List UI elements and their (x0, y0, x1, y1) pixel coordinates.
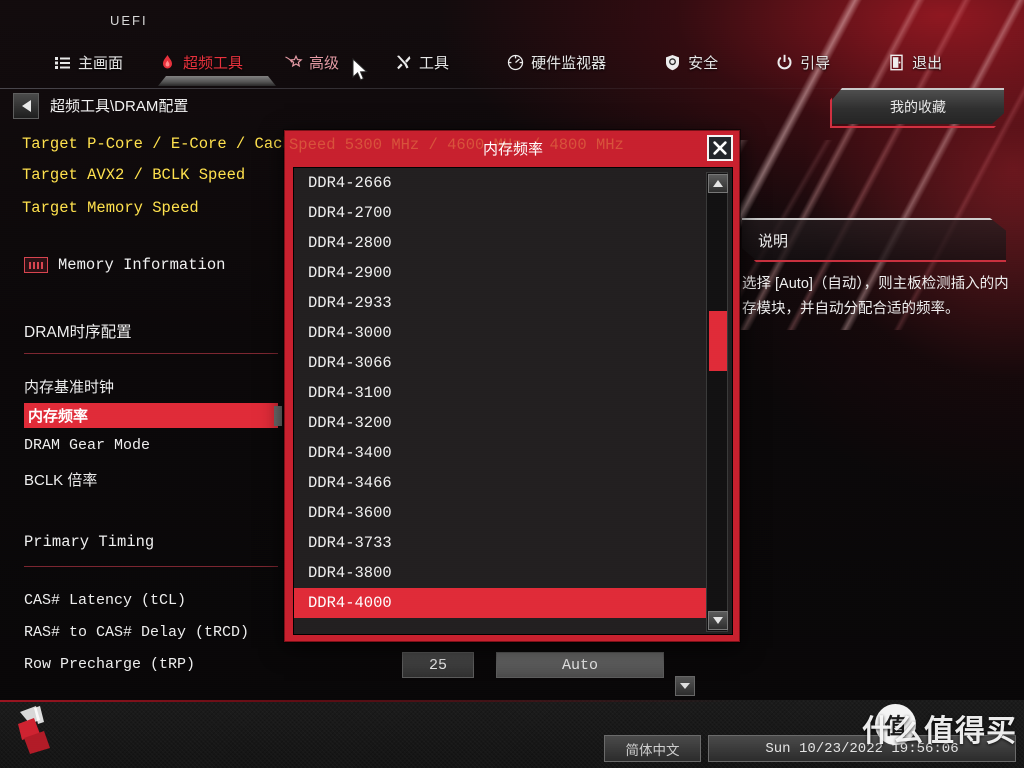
arrow-left-icon (21, 100, 31, 112)
list-item[interactable]: DDR4-3600 (294, 498, 706, 528)
list-item[interactable]: DDR4-2700 (294, 198, 706, 228)
memory-information-item[interactable]: Memory Information (24, 256, 225, 274)
row-dram-gear-mode[interactable]: DRAM Gear Mode (24, 437, 150, 454)
list-item[interactable]: DDR4-2900 (294, 258, 706, 288)
dialog-title: 内存频率 (285, 131, 741, 165)
exit-door-icon (888, 54, 905, 71)
triangle-down-icon (713, 617, 723, 624)
nav-item-security-label: 安全 (688, 54, 719, 72)
back-button[interactable] (13, 93, 39, 119)
section-header-primary-timing: Primary Timing (24, 533, 155, 551)
dialog-close-button[interactable] (707, 135, 733, 161)
row-memory-reference-clock[interactable]: 内存基准时钟 (24, 376, 114, 397)
nav-item-main[interactable]: 主画面 (54, 50, 123, 75)
auto-value-field[interactable]: Auto (496, 652, 664, 678)
nav-item-tool-label: 工具 (419, 54, 450, 72)
power-icon (776, 54, 793, 71)
language-label: 简体中文 (625, 742, 680, 758)
list-item[interactable]: DDR4-3066 (294, 348, 706, 378)
row-row-precharge[interactable]: Row Precharge (tRP) (24, 656, 195, 673)
list-icon (54, 54, 71, 71)
list-item[interactable]: DDR4-3200 (294, 408, 706, 438)
chevron-down-icon (680, 683, 690, 689)
scrollbar-down-button[interactable] (708, 611, 728, 630)
row-bclk-ratio[interactable]: BCLK 倍率 (24, 469, 97, 490)
list-item-selected[interactable]: DDR4-4000 (294, 588, 706, 618)
dialog-body: DDR4-2666 DDR4-2700 DDR4-2800 DDR4-2900 … (293, 167, 733, 635)
nav-item-boot-label: 引导 (800, 54, 831, 72)
help-panel-title: 说明 (758, 232, 789, 250)
nav-item-advanced[interactable]: 高级 (285, 50, 339, 75)
section-header-dram-timing: DRAM时序配置 (24, 324, 132, 341)
memory-frequency-dialog: Speed 5300 MHz / 4600 MHz / 4800 MHz 内存频… (284, 130, 740, 642)
shield-icon (664, 54, 681, 71)
section-divider-1 (24, 353, 278, 354)
phantom-gaming-logo (18, 706, 50, 754)
main-nav: 主画面 超频工具 高级 工具 硬件监视器 安全 引导 退出 (0, 44, 1024, 80)
top-bar: UEFI 主画面 超频工具 高级 工具 硬件监视器 安全 引导 退出 (0, 0, 1024, 89)
flame-icon (159, 54, 176, 71)
row-memory-frequency-label: 内存频率 (28, 408, 89, 425)
list-item[interactable]: DDR4-3400 (294, 438, 706, 468)
star-icon (285, 54, 303, 71)
language-selector[interactable]: 简体中文 (604, 735, 701, 762)
bottom-bar-accent-line (0, 700, 1024, 702)
nav-item-oc-tweaker-label: 超频工具 (183, 54, 244, 72)
breadcrumb: 超频工具\DRAM配置 (50, 98, 189, 115)
nav-item-advanced-label: 高级 (309, 54, 340, 72)
nav-item-main-label: 主画面 (78, 54, 124, 72)
help-panel-body: 选择 [Auto]（自动），则主板检测插入的内存模块，并自动分配合适的频率。 (742, 276, 1009, 317)
uefi-brand-label: UEFI (110, 13, 148, 28)
nav-item-tool[interactable]: 工具 (395, 50, 449, 75)
memory-frequency-option-list[interactable]: DDR4-2666 DDR4-2700 DDR4-2800 DDR4-2900 … (294, 168, 706, 636)
target-memory-speed-label[interactable]: Target Memory Speed (22, 199, 199, 217)
numeric-value-text: 25 (428, 656, 447, 674)
nav-item-hw-monitor-label: 硬件监视器 (531, 54, 607, 72)
row-memory-frequency-selected[interactable]: 内存频率 (24, 403, 278, 428)
nav-item-security[interactable]: 安全 (664, 50, 718, 75)
memory-information-label: Memory Information (58, 256, 226, 274)
nav-item-exit-label: 退出 (912, 54, 943, 72)
nav-item-oc-tweaker[interactable]: 超频工具 (159, 50, 243, 75)
row-ras-to-cas-delay[interactable]: RAS# to CAS# Delay (tRCD) (24, 624, 249, 641)
my-favorites-button[interactable]: 我的收藏 (832, 88, 1004, 124)
dialog-title-label: 内存频率 (482, 140, 543, 158)
list-item[interactable]: DDR4-3733 (294, 528, 706, 558)
gauge-icon (507, 54, 524, 71)
uefi-screen: UEFI 主画面 超频工具 高级 工具 硬件监视器 安全 引导 退出 超频工具\… (0, 0, 1024, 768)
list-item[interactable]: DDR4-3000 (294, 318, 706, 348)
spinner-down-button[interactable] (675, 676, 695, 696)
list-item[interactable]: DDR4-3800 (294, 558, 706, 588)
target-avx2-bclk-label[interactable]: Target AVX2 / BCLK Speed (22, 166, 245, 184)
list-item[interactable]: DDR4-2933 (294, 288, 706, 318)
list-item[interactable]: DDR4-2666 (294, 168, 706, 198)
nav-item-exit[interactable]: 退出 (888, 50, 942, 75)
section-divider-2 (24, 566, 278, 567)
list-item[interactable]: DDR4-3466 (294, 468, 706, 498)
help-panel-header: 说明 (742, 218, 1006, 260)
nav-item-boot[interactable]: 引导 (776, 50, 830, 75)
numeric-value-field[interactable]: 25 (402, 652, 474, 678)
active-tab-indicator (158, 76, 276, 86)
auto-value-text: Auto (561, 656, 598, 674)
close-icon (713, 141, 727, 155)
list-item[interactable]: DDR4-2800 (294, 228, 706, 258)
scrollbar-up-button[interactable] (708, 174, 728, 193)
list-item[interactable]: DDR4-3100 (294, 378, 706, 408)
nav-item-hw-monitor[interactable]: 硬件监视器 (507, 50, 606, 75)
row-cas-latency[interactable]: CAS# Latency (tCL) (24, 592, 186, 609)
memory-chip-icon (24, 257, 48, 273)
watermark-text: 什么值得买 (862, 715, 1017, 748)
scrollbar-thumb[interactable] (709, 311, 727, 371)
triangle-up-icon (713, 180, 723, 187)
my-favorites-label: 我的收藏 (890, 99, 946, 115)
dialog-scrollbar[interactable] (706, 172, 728, 632)
row-selected-indicator (274, 406, 282, 426)
wrench-icon (395, 54, 412, 71)
